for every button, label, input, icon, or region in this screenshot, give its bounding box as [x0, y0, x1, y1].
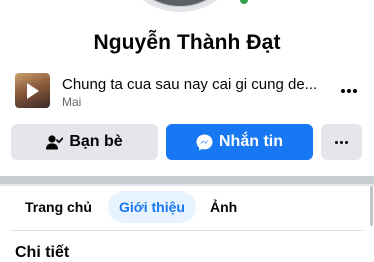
more-horizontal-icon	[340, 89, 358, 93]
music-title: Chung ta cua sau nay cai gi cung de...	[62, 76, 318, 93]
profile-name: Nguyễn Thành Đạt	[93, 31, 281, 54]
profile-more-button[interactable]	[321, 124, 362, 160]
tab-home[interactable]: Trang chủ	[25, 191, 92, 223]
online-status-indicator	[237, 0, 251, 7]
music-thumbnail[interactable]	[15, 73, 50, 108]
section-separator	[0, 176, 374, 184]
scrollbar[interactable]	[370, 186, 373, 226]
friends-button[interactable]: Bạn bè	[11, 124, 158, 160]
separator-shadow	[0, 184, 374, 186]
messenger-icon	[196, 134, 213, 151]
music-more-button[interactable]	[337, 75, 361, 99]
message-button[interactable]: Nhắn tin	[166, 124, 313, 160]
music-artist: Mai	[62, 95, 82, 109]
friend-check-icon	[46, 134, 64, 150]
message-button-label: Nhắn tin	[219, 133, 283, 150]
friends-button-label: Bạn bè	[69, 133, 123, 150]
tab-about[interactable]: Giới thiệu	[108, 191, 196, 223]
profile-music-row[interactable]: Chung ta cua sau nay cai gi cung de... M…	[15, 73, 365, 113]
tab-photos[interactable]: Ảnh	[210, 191, 237, 223]
tabs-divider	[11, 230, 363, 231]
play-icon	[27, 83, 39, 99]
details-section-heading: Chi tiết	[15, 244, 70, 261]
more-horizontal-icon	[334, 140, 349, 144]
